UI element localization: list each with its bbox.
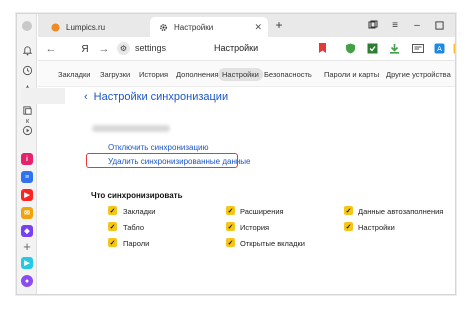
add-app-icon[interactable]: + <box>20 239 34 253</box>
checkbox-settings[interactable]: ✓ <box>344 222 353 231</box>
tab-settings-page[interactable]: Настройки <box>218 68 263 81</box>
browser-sidebar: i ≡ ▶ ✉ ◆ + ▶ ● <box>17 14 37 294</box>
url-text[interactable]: settings <box>135 43 166 53</box>
mail-app-icon[interactable]: ✉ <box>21 207 33 219</box>
checkbox-label: Открытые вкладки <box>240 239 305 248</box>
youtube-app-icon[interactable]: ▶ <box>21 189 33 201</box>
checkbox-label: Табло <box>123 223 145 232</box>
chevron-left-icon[interactable]: ‹ <box>84 91 88 103</box>
checkbox-autofill[interactable]: ✓ <box>344 206 353 215</box>
bookmark-icon[interactable] <box>316 42 329 55</box>
checkbox-label: Данные автозаполнения <box>358 207 444 216</box>
tab-passwords[interactable]: Пароли и карты <box>320 68 383 81</box>
settings-sidebar-item[interactable]: к <box>26 118 29 125</box>
tab-label: Настройки <box>174 22 214 32</box>
reader-icon[interactable] <box>411 42 424 55</box>
address-bar: ← Я → ⚙ settings Настройки A <box>38 37 455 61</box>
checkbox-open-tabs[interactable]: ✓ <box>226 238 235 247</box>
tab-history[interactable]: История <box>135 68 172 81</box>
settings-url-icon: ⚙ <box>117 42 130 55</box>
settings-nav: Закладки Загрузки История Дополнения Нас… <box>38 61 455 87</box>
lumpics-icon <box>50 22 60 32</box>
bell-icon[interactable] <box>20 43 34 57</box>
sync-section-title: Что синхронизировать <box>91 191 183 200</box>
new-tab-icon[interactable]: + <box>272 18 286 32</box>
checkbox-label: Настройки <box>358 223 395 232</box>
download-icon[interactable] <box>388 42 401 55</box>
adblock-icon[interactable] <box>344 42 357 55</box>
page-title-in-address[interactable]: Настройки <box>214 43 258 53</box>
checkbox-label: История <box>240 223 270 232</box>
tab-strip: Lumpics.ru Настройки ✕ + ≡ – ✕ <box>38 14 455 37</box>
maximize-icon[interactable] <box>432 18 446 32</box>
yandex-button[interactable]: Я <box>78 42 92 56</box>
account-name-blurred <box>92 125 170 132</box>
checkbox-extensions[interactable]: ✓ <box>226 206 235 215</box>
translate-icon[interactable]: A <box>433 42 446 55</box>
checkbox-label: Расширения <box>240 207 284 216</box>
checkbox-history[interactable]: ✓ <box>226 222 235 231</box>
delete-synced-data-link[interactable]: Удалить синхронизированные данные <box>108 157 251 166</box>
messenger-app-icon[interactable]: ◆ <box>21 225 33 237</box>
page-title-text: Настройки синхронизации <box>93 91 229 103</box>
svg-text:A: A <box>437 46 442 53</box>
checkbox-tableau[interactable]: ✓ <box>108 222 117 231</box>
checkbox-passwords[interactable]: ✓ <box>108 238 117 247</box>
ivi-app-icon[interactable]: i <box>21 153 33 165</box>
window-close-icon[interactable]: ✕ <box>451 18 455 32</box>
page-title[interactable]: ‹ Настройки синхронизации <box>84 91 228 103</box>
back-icon[interactable]: ← <box>44 42 58 56</box>
tab-other-devices[interactable]: Другие устройства <box>382 68 455 81</box>
close-icon[interactable]: ✕ <box>254 22 262 33</box>
extension-icon[interactable] <box>452 42 455 55</box>
checkbox-label: Закладки <box>123 207 156 216</box>
docs-app-icon[interactable]: ≡ <box>21 171 33 183</box>
checkbox-bookmarks[interactable]: ✓ <box>108 206 117 215</box>
disable-sync-link[interactable]: Отключить синхронизацию <box>108 143 209 152</box>
checkbox-label: Пароли <box>123 239 150 248</box>
tab-security[interactable]: Безопасность <box>260 68 316 81</box>
tab-downloads[interactable]: Загрузки <box>96 68 134 81</box>
collections-icon[interactable] <box>20 103 34 117</box>
tab-lumpics[interactable]: Lumpics.ru <box>42 17 146 37</box>
zen-app-icon[interactable]: ▶ <box>21 257 33 269</box>
settings-sidebar-selected[interactable] <box>21 88 65 104</box>
history-icon[interactable] <box>20 63 34 77</box>
alice-icon[interactable] <box>20 19 34 33</box>
play-icon[interactable] <box>20 123 34 137</box>
forward-icon[interactable]: → <box>97 42 111 56</box>
tab-addons[interactable]: Дополнения <box>172 68 222 81</box>
menu-icon[interactable]: ≡ <box>388 18 402 32</box>
minimize-icon[interactable]: – <box>410 18 424 32</box>
tab-settings[interactable]: Настройки ✕ <box>150 17 268 37</box>
alice-app-icon[interactable]: ● <box>21 275 33 287</box>
tab-label: Lumpics.ru <box>66 22 106 32</box>
tab-bookmarks[interactable]: Закладки <box>54 68 94 81</box>
shield-icon[interactable] <box>366 42 379 55</box>
gear-icon <box>158 22 168 32</box>
tabs-list-icon[interactable] <box>366 18 380 32</box>
